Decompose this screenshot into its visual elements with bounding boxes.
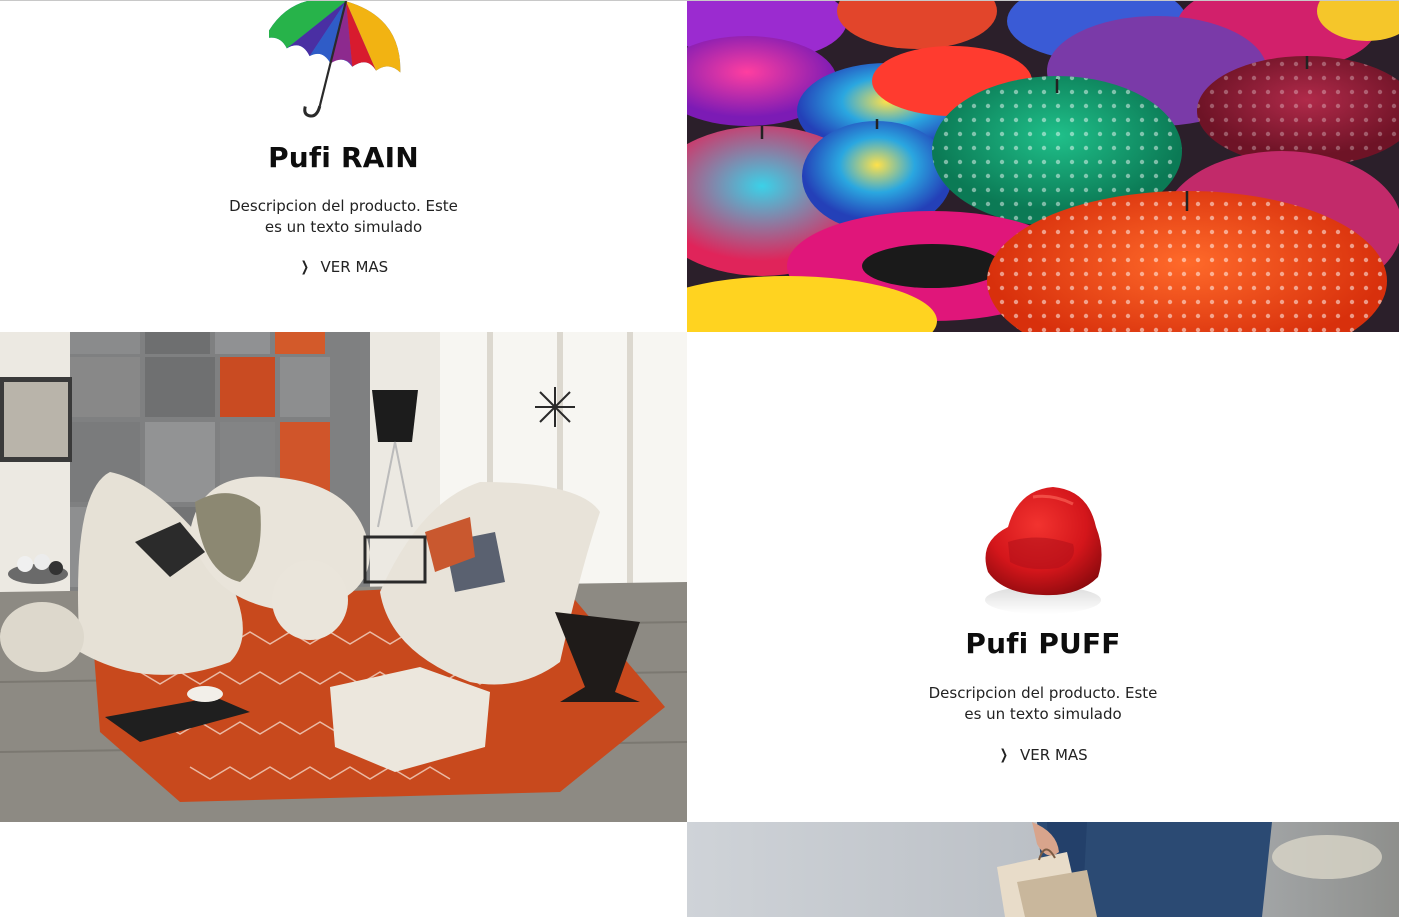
product-title: Pufi PUFF <box>965 627 1121 660</box>
bean-bag-icon <box>985 487 1102 614</box>
chevron-right-icon: ❯ <box>300 259 309 275</box>
chevron-right-icon: ❯ <box>1000 747 1009 763</box>
ver-mas-label: VER MAS <box>1020 746 1088 764</box>
umbrella-icon <box>268 1 400 118</box>
right-gutter <box>1399 0 1410 917</box>
shopping-bags-photo <box>687 822 1399 917</box>
product-description: Descripcion del producto. Este es un tex… <box>928 684 1158 723</box>
product-description: Descripcion del producto. Este es un tex… <box>229 197 458 236</box>
living-room-photo <box>0 332 687 822</box>
empty-panel <box>0 822 687 917</box>
product-card-puff: Pufi PUFF Descripcion del producto. Este… <box>687 332 1399 822</box>
ver-mas-link[interactable]: ❯ VER MAS <box>299 258 389 276</box>
ver-mas-link[interactable]: ❯ VER MAS <box>998 746 1088 764</box>
product-card-rain: Pufi RAIN Descripcion del producto. Este… <box>0 1 687 332</box>
product-title: Pufi RAIN <box>268 141 419 174</box>
ver-mas-label: VER MAS <box>320 258 389 276</box>
umbrellas-photo <box>687 1 1399 332</box>
